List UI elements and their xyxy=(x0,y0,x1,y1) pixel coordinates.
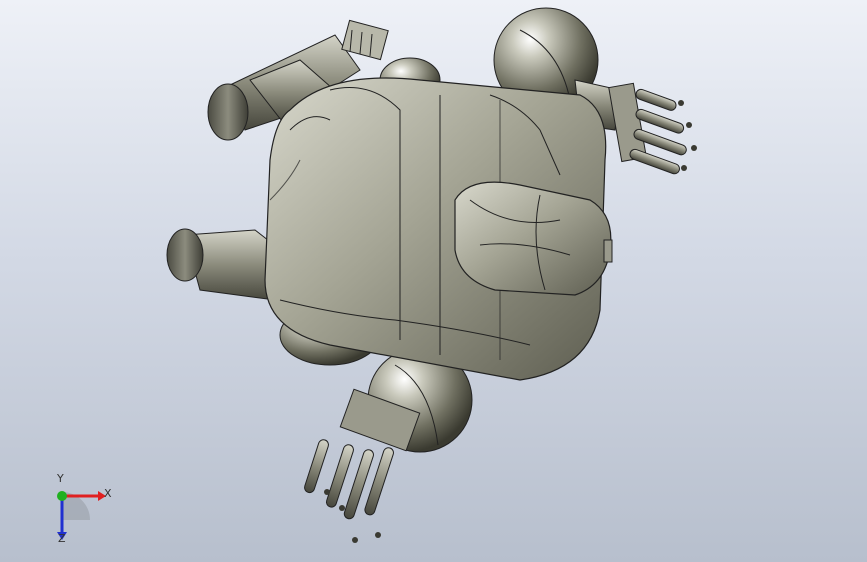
head[interactable] xyxy=(454,181,613,296)
robot-model[interactable] xyxy=(0,0,867,562)
3d-viewport[interactable]: X Y Z xyxy=(0,0,867,562)
coordinate-triad: X Y Z xyxy=(40,470,120,550)
hand-left[interactable] xyxy=(303,388,421,543)
z-axis-label: Z xyxy=(58,532,66,545)
y-axis-dot xyxy=(57,491,67,501)
y-axis-label: Y xyxy=(57,472,64,485)
x-axis-label: X xyxy=(104,487,112,500)
hand-right[interactable] xyxy=(608,82,697,175)
